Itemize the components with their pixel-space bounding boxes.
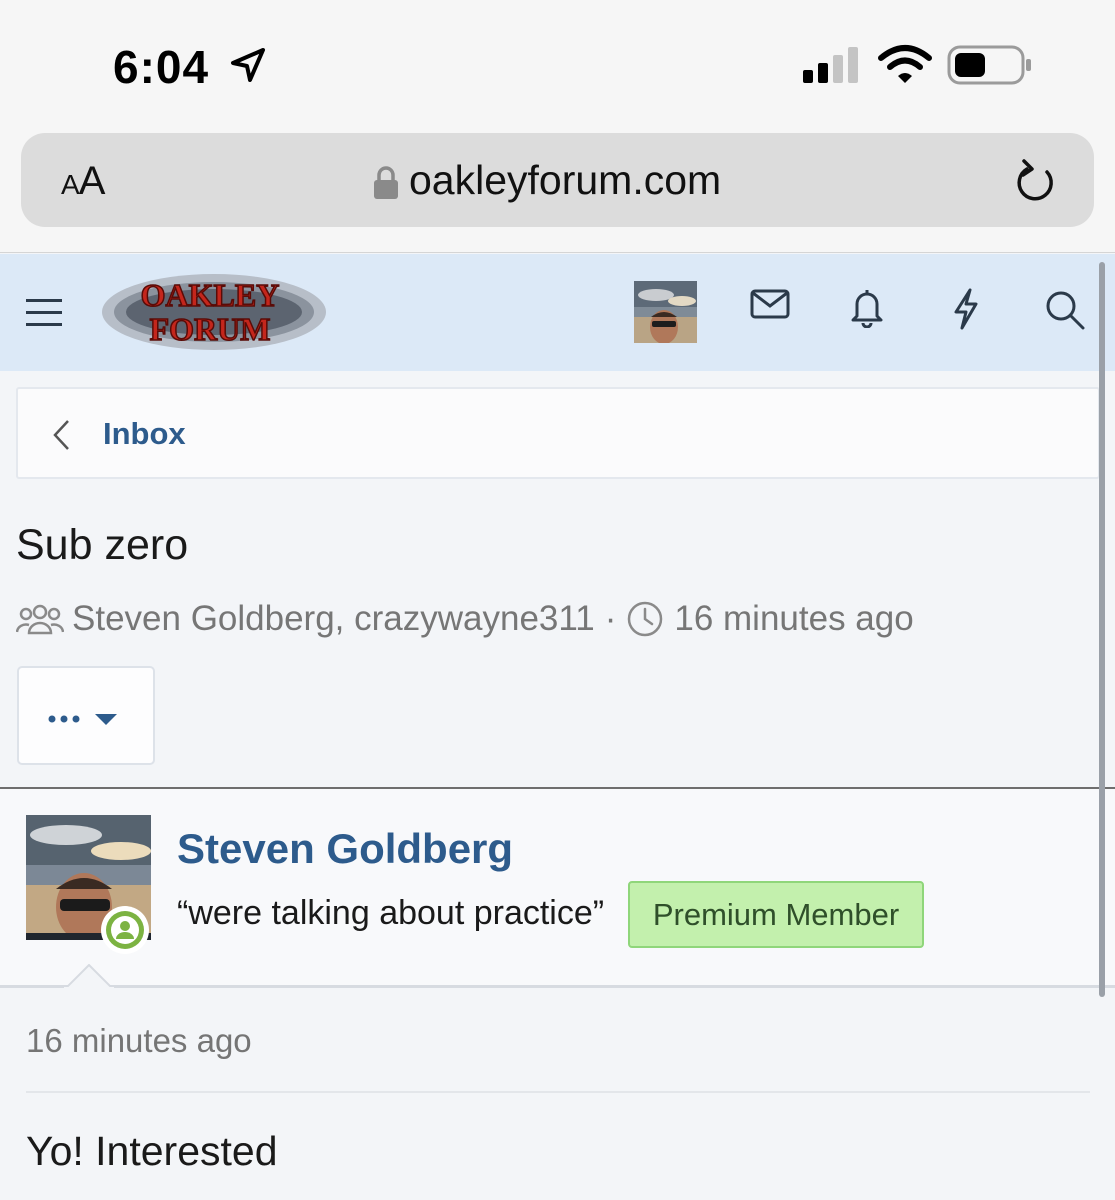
more-dots-icon (48, 714, 117, 725)
user-online-icon (106, 911, 144, 949)
status-time: 6:04 (113, 41, 210, 93)
cellular-signal-icon (803, 47, 858, 83)
more-options-button[interactable] (17, 666, 155, 765)
browser-toolbar: AA oakleyforum.com (0, 122, 1115, 253)
message-divider (26, 1091, 1090, 1093)
battery-icon (947, 45, 1031, 85)
scrollbar[interactable] (1099, 262, 1105, 997)
svg-text:FORUM: FORUM (150, 311, 271, 347)
message-time: 16 minutes ago (26, 1022, 252, 1059)
bell-icon[interactable] (849, 288, 885, 328)
search-icon[interactable] (1045, 290, 1085, 330)
users-icon (16, 604, 64, 635)
text-size-button[interactable]: AA (61, 159, 105, 204)
meta-separator: · (604, 599, 617, 638)
online-status-badge (101, 906, 149, 954)
wifi-icon (878, 45, 932, 83)
avatar[interactable] (634, 281, 697, 343)
url-text[interactable]: oakleyforum.com (409, 157, 721, 204)
started-time: 16 minutes ago (674, 599, 914, 638)
message-body: Yo! Interested (26, 1128, 278, 1174)
page-title: Sub zero (16, 521, 189, 569)
clock-icon (628, 601, 663, 637)
author-pointer (64, 964, 114, 990)
author-user-title: “were talking about practice” (177, 894, 605, 932)
lightning-icon[interactable] (952, 288, 980, 330)
status-bar: 6:04 (0, 0, 1115, 122)
premium-member-badge: Premium Member (628, 881, 924, 948)
svg-text:OAKLEY: OAKLEY (141, 277, 280, 313)
breadcrumb-inbox-link[interactable]: Inbox (103, 416, 186, 452)
chevron-left-icon[interactable] (52, 419, 72, 451)
participants[interactable]: Steven Goldberg, crazywayne311 (72, 599, 595, 639)
breadcrumb: Inbox (16, 387, 1100, 479)
reload-icon[interactable] (1013, 155, 1059, 205)
forum-header: OAKLEY FORUM (0, 254, 1115, 371)
address-bar[interactable]: AA oakleyforum.com (21, 133, 1094, 227)
author-name[interactable]: Steven Goldberg (177, 825, 513, 873)
menu-icon[interactable] (26, 297, 62, 327)
location-arrow-icon (231, 48, 265, 82)
oakley-forum-logo[interactable]: OAKLEY FORUM (100, 268, 328, 354)
envelope-icon[interactable] (750, 288, 790, 320)
message-author-block: Steven Goldberg “were talking about prac… (0, 789, 1115, 988)
lock-icon (374, 166, 398, 199)
conversation-meta: Steven Goldberg, crazywayne311 · 16 minu… (16, 595, 914, 643)
